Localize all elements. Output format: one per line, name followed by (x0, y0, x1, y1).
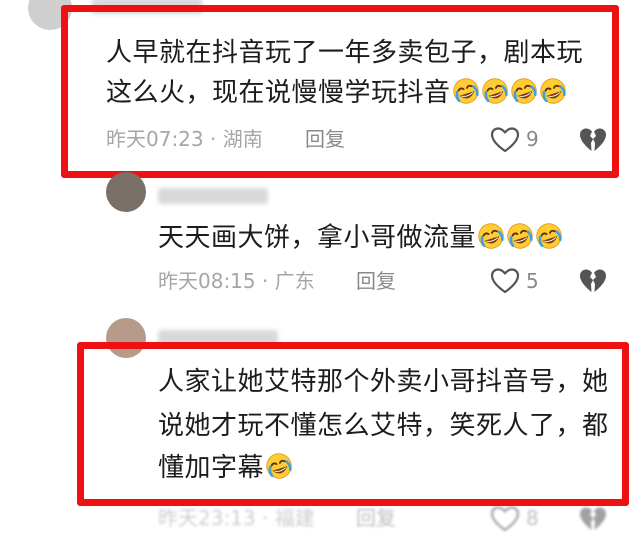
like-heart-icon[interactable] (490, 267, 520, 295)
username-obscured[interactable] (158, 188, 268, 204)
reply-button[interactable]: 回复 (356, 266, 396, 296)
like-count: 5 (526, 269, 539, 293)
comment-time: 昨天08:15 (158, 269, 256, 293)
like-heart-icon[interactable] (490, 505, 520, 533)
reply-button[interactable]: 回复 (356, 503, 396, 533)
comment-location: 福建 (274, 506, 315, 530)
highlight-box (77, 342, 629, 506)
rofl-emoji (477, 222, 505, 250)
comment-time: 昨天23:13 (158, 506, 256, 530)
dislike-broken-heart-icon[interactable] (578, 267, 608, 295)
rofl-emoji (535, 222, 563, 250)
comment-location: 广东 (274, 269, 315, 293)
comment-meta: 昨天23:13 · 福建 (158, 506, 315, 530)
like-count: 8 (526, 506, 539, 530)
rofl-emoji (506, 222, 534, 250)
highlight-box (61, 5, 619, 178)
comment-text: 天天画大饼，拿小哥做流量 (158, 218, 563, 258)
comment-text-line: 天天画大饼，拿小哥做流量 (158, 223, 477, 253)
avatar[interactable] (106, 172, 146, 212)
dislike-broken-heart-icon[interactable] (578, 505, 608, 533)
comment-meta: 昨天08:15 · 广东 (158, 269, 315, 293)
